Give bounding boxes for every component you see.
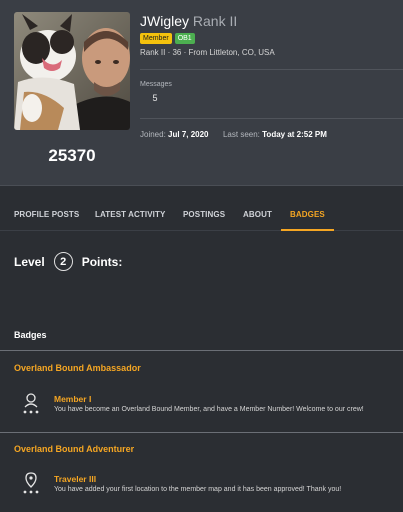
badge-name[interactable]: Traveler III (54, 474, 96, 484)
header-divider (140, 118, 403, 119)
badge-group-title: Overland Bound Adventurer (14, 444, 135, 454)
ob1-tag: OB1 (174, 33, 195, 44)
level-circle: 2 (53, 252, 73, 271)
person-icon (20, 392, 42, 416)
header-divider (140, 69, 403, 70)
reaction-score: 25370 (48, 146, 96, 165)
level-row: Level 2 Points: (14, 252, 122, 271)
section-divider (0, 350, 403, 351)
joined-label: Joined: (140, 130, 166, 139)
level-label: Level (14, 254, 45, 269)
tab-about[interactable]: ABOUT (243, 200, 272, 231)
profile-info: JWigley Rank II Member OB1 Rank II · 36 … (140, 12, 395, 57)
member-meta: Joined: Jul 7, 2020 Last seen: Today at … (140, 130, 327, 139)
last-seen-label: Last seen: (222, 130, 260, 139)
badges-section-title: Badges (14, 330, 47, 340)
joined-date: Jul 7, 2020 (168, 130, 209, 139)
tab-postings[interactable]: POSTINGS (183, 200, 225, 231)
points-label: Points: (81, 254, 123, 269)
profile-tabs: PROFILE POSTS LATEST ACTIVITY POSTINGS A… (0, 200, 403, 231)
badge-description: You have become an Overland Bound Member… (54, 406, 364, 413)
messages-count[interactable]: 5 (140, 93, 170, 103)
username[interactable]: JWigley (140, 13, 189, 29)
badge-name[interactable]: Member I (54, 394, 91, 404)
avatar[interactable] (14, 12, 130, 130)
tab-badges[interactable]: BADGES (281, 200, 334, 231)
rank-label: Rank II (192, 13, 238, 29)
member-tag: Member (140, 33, 172, 44)
messages-label: Messages (140, 81, 172, 88)
user-tags: Member OB1 (140, 33, 395, 44)
avatar-photo (14, 12, 130, 130)
last-seen-value: Today at 2:52 PM (262, 130, 327, 139)
section-divider (0, 432, 403, 433)
tab-latest-activity[interactable]: LATEST ACTIVITY (95, 200, 165, 231)
badge-description: You have added your first location to th… (54, 486, 342, 493)
tab-profile-posts[interactable]: PROFILE POSTS (14, 200, 79, 231)
user-blurb: Rank II · 36 · From Littleton, CO, USA (140, 48, 275, 57)
badge-group-title: Overland Bound Ambassador (14, 363, 141, 373)
profile-header: 25370 JWigley Rank II Member OB1 Rank II… (0, 0, 403, 186)
map-pin-icon (20, 472, 42, 496)
name-line: JWigley Rank II (140, 12, 395, 30)
